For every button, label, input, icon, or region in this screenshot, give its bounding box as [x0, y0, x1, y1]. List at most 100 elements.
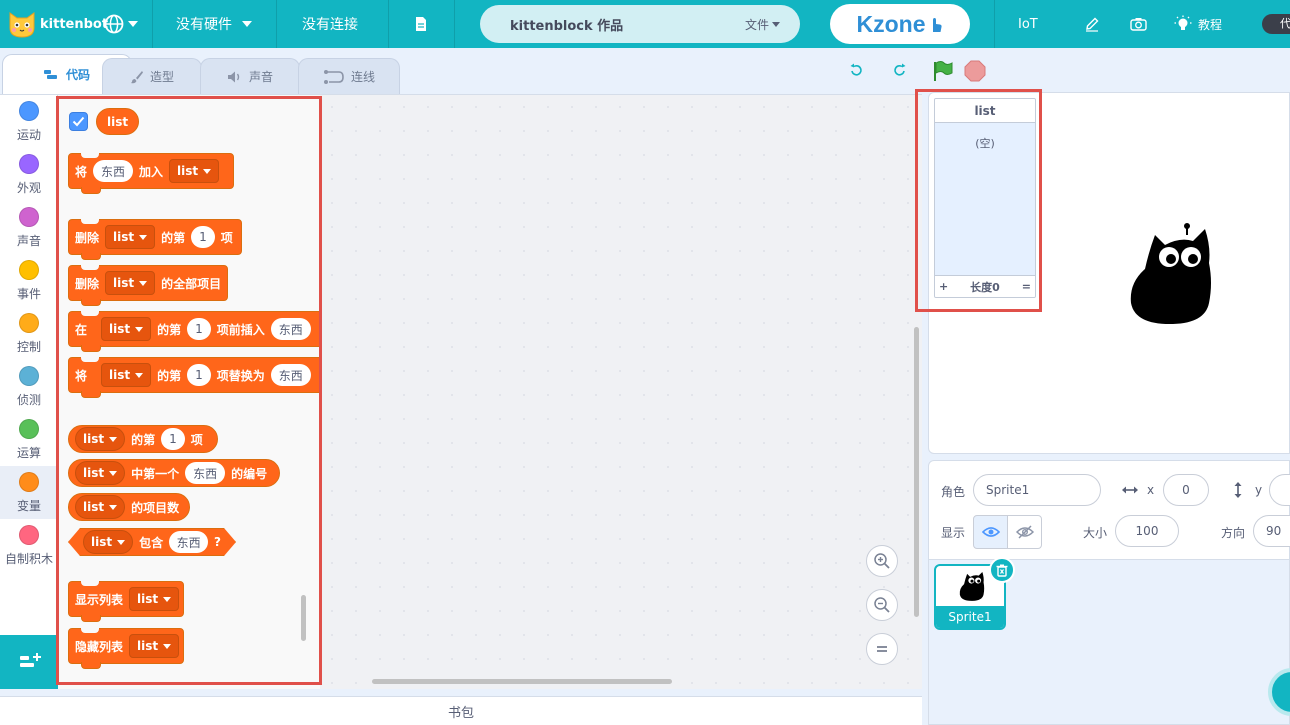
sprite-name-input[interactable]: Sprite1	[973, 474, 1101, 506]
list-dropdown[interactable]: list	[169, 159, 220, 183]
item-input[interactable]: 东西	[270, 318, 311, 340]
code-icon	[43, 69, 57, 79]
x-position-input[interactable]: 0	[1163, 474, 1209, 506]
item-input[interactable]: 东西	[270, 364, 311, 386]
list-dropdown[interactable]: list	[129, 587, 180, 611]
kzone-label: Kzone	[856, 10, 926, 37]
item-input[interactable]: 东西	[185, 462, 226, 484]
category-sound[interactable]: 声音	[0, 201, 58, 254]
list-add-item-button[interactable]: +	[939, 280, 948, 293]
zoom-reset-button[interactable]	[866, 633, 898, 665]
category-label: 自制积木	[4, 551, 53, 566]
list-resize-handle[interactable]: =	[1022, 280, 1031, 293]
sprite-cat-image[interactable]	[1125, 223, 1217, 327]
sprite-thumbnail-name: Sprite1	[936, 606, 1004, 628]
category-operators[interactable]: 运算	[0, 413, 58, 466]
script-workspace[interactable]	[320, 95, 922, 689]
item-input[interactable]: 东西	[93, 160, 134, 182]
tab-sounds[interactable]: 声音	[200, 58, 300, 94]
mode-toggle[interactable]: 代	[1262, 14, 1290, 34]
backpack-bar[interactable]: 书包	[0, 696, 922, 725]
cat-logo-icon[interactable]	[6, 0, 38, 48]
category-label: 控制	[16, 339, 41, 354]
index-input[interactable]: 1	[187, 364, 211, 386]
list-dropdown[interactable]: list	[105, 271, 156, 295]
workspace-vertical-scrollbar[interactable]	[914, 327, 919, 617]
block-text: ?	[214, 535, 221, 549]
zoom-in-button[interactable]	[866, 545, 898, 577]
tutorial-menu[interactable]: 教程	[1174, 0, 1222, 48]
stop-icon[interactable]	[964, 60, 986, 82]
category-dot-icon	[19, 418, 39, 439]
block-delete-item[interactable]: 删除 list 的第 1 项	[68, 219, 242, 260]
category-variables[interactable]: 变量	[0, 466, 58, 519]
show-label: 显示	[941, 526, 966, 540]
list-monitor[interactable]: list (空) + 长度0 =	[934, 98, 1036, 298]
tab-wiring-label: 连线	[350, 70, 375, 84]
list-dropdown[interactable]: list	[75, 495, 126, 519]
pencil-icon[interactable]	[1084, 0, 1100, 48]
size-input[interactable]: 100	[1115, 515, 1179, 547]
list-dropdown[interactable]: list	[101, 317, 152, 341]
block-index-of-item[interactable]: list 中第一个 东西 的编号	[68, 459, 280, 487]
tab-wiring[interactable]: 连线	[298, 58, 400, 94]
connection-menu[interactable]: 没有连接	[302, 0, 358, 48]
category-dot-icon	[19, 206, 39, 227]
block-show-list[interactable]: 显示列表 list	[68, 581, 184, 622]
block-replace-item[interactable]: 将 list 的第 1 项替换为 东西	[68, 357, 320, 398]
zoom-out-button[interactable]	[866, 589, 898, 621]
category-dot-icon	[19, 365, 39, 386]
block-delete-all[interactable]: 删除 list 的全部项目	[68, 265, 228, 306]
index-input[interactable]: 1	[191, 226, 215, 248]
block-hide-list[interactable]: 隐藏列表 list	[68, 628, 184, 669]
block-list-contains[interactable]: list 包含 东西 ?	[68, 528, 236, 556]
menu-divider	[994, 0, 995, 48]
stage[interactable]: list (空) + 长度0 =	[928, 92, 1290, 454]
category-motion[interactable]: 运动	[0, 95, 58, 148]
kzone-button[interactable]: Kzone	[830, 4, 970, 44]
block-item-of-list[interactable]: list 的第 1 项	[68, 425, 218, 453]
category-control[interactable]: 控制	[0, 307, 58, 360]
direction-input[interactable]: 90	[1253, 515, 1290, 547]
globe-icon[interactable]	[104, 0, 124, 48]
list-dropdown[interactable]: list	[101, 363, 152, 387]
project-title[interactable]: kittenblock 作品	[510, 15, 623, 34]
list-dropdown[interactable]: list	[75, 461, 126, 485]
block-add-to-list[interactable]: 将 东西 加入 list	[68, 153, 234, 194]
y-position-input[interactable]	[1269, 474, 1290, 506]
list-dropdown[interactable]: list	[129, 634, 180, 658]
camera-icon[interactable]	[1130, 0, 1147, 48]
add-extension-button[interactable]	[0, 635, 60, 689]
hardware-menu[interactable]: 没有硬件	[176, 0, 252, 48]
index-input[interactable]: 1	[161, 428, 185, 450]
file-menu[interactable]: 文件	[745, 16, 781, 33]
list-monitor-checkbox[interactable]	[69, 112, 88, 131]
hide-sprite-button[interactable]	[1007, 515, 1042, 549]
category-my-blocks[interactable]: 自制积木	[0, 519, 58, 572]
rotate-right-icon[interactable]	[890, 60, 910, 80]
file-icon[interactable]	[414, 0, 428, 48]
hardware-label: 没有硬件	[176, 17, 232, 33]
palette-scrollbar[interactable]	[301, 595, 306, 641]
list-reporter-block[interactable]: list	[96, 108, 140, 135]
list-dropdown[interactable]: list	[105, 225, 156, 249]
category-events[interactable]: 事件	[0, 254, 58, 307]
block-insert-at[interactable]: 在 list 的第 1 项前插入 东西	[68, 311, 320, 352]
category-sensing[interactable]: 侦测	[0, 360, 58, 413]
delete-sprite-button[interactable]	[989, 557, 1015, 583]
workspace-horizontal-scrollbar[interactable]	[372, 679, 672, 684]
item-input[interactable]: 东西	[169, 531, 208, 553]
block-list-length[interactable]: list 的项目数	[68, 493, 190, 521]
iot-menu[interactable]: IoT	[1018, 0, 1038, 48]
language-dropdown-caret[interactable]	[128, 0, 138, 48]
rotate-left-icon[interactable]	[846, 60, 866, 80]
tab-costumes[interactable]: 造型	[102, 58, 202, 94]
project-title-pill[interactable]: kittenblock 作品 文件	[480, 5, 800, 43]
green-flag-icon[interactable]	[930, 60, 954, 82]
list-dropdown[interactable]: list	[75, 427, 126, 451]
list-dropdown[interactable]: list	[83, 530, 133, 554]
category-looks[interactable]: 外观	[0, 148, 58, 201]
show-sprite-button[interactable]	[973, 515, 1008, 549]
index-input[interactable]: 1	[187, 318, 211, 340]
block-text: 隐藏列表	[75, 639, 124, 654]
